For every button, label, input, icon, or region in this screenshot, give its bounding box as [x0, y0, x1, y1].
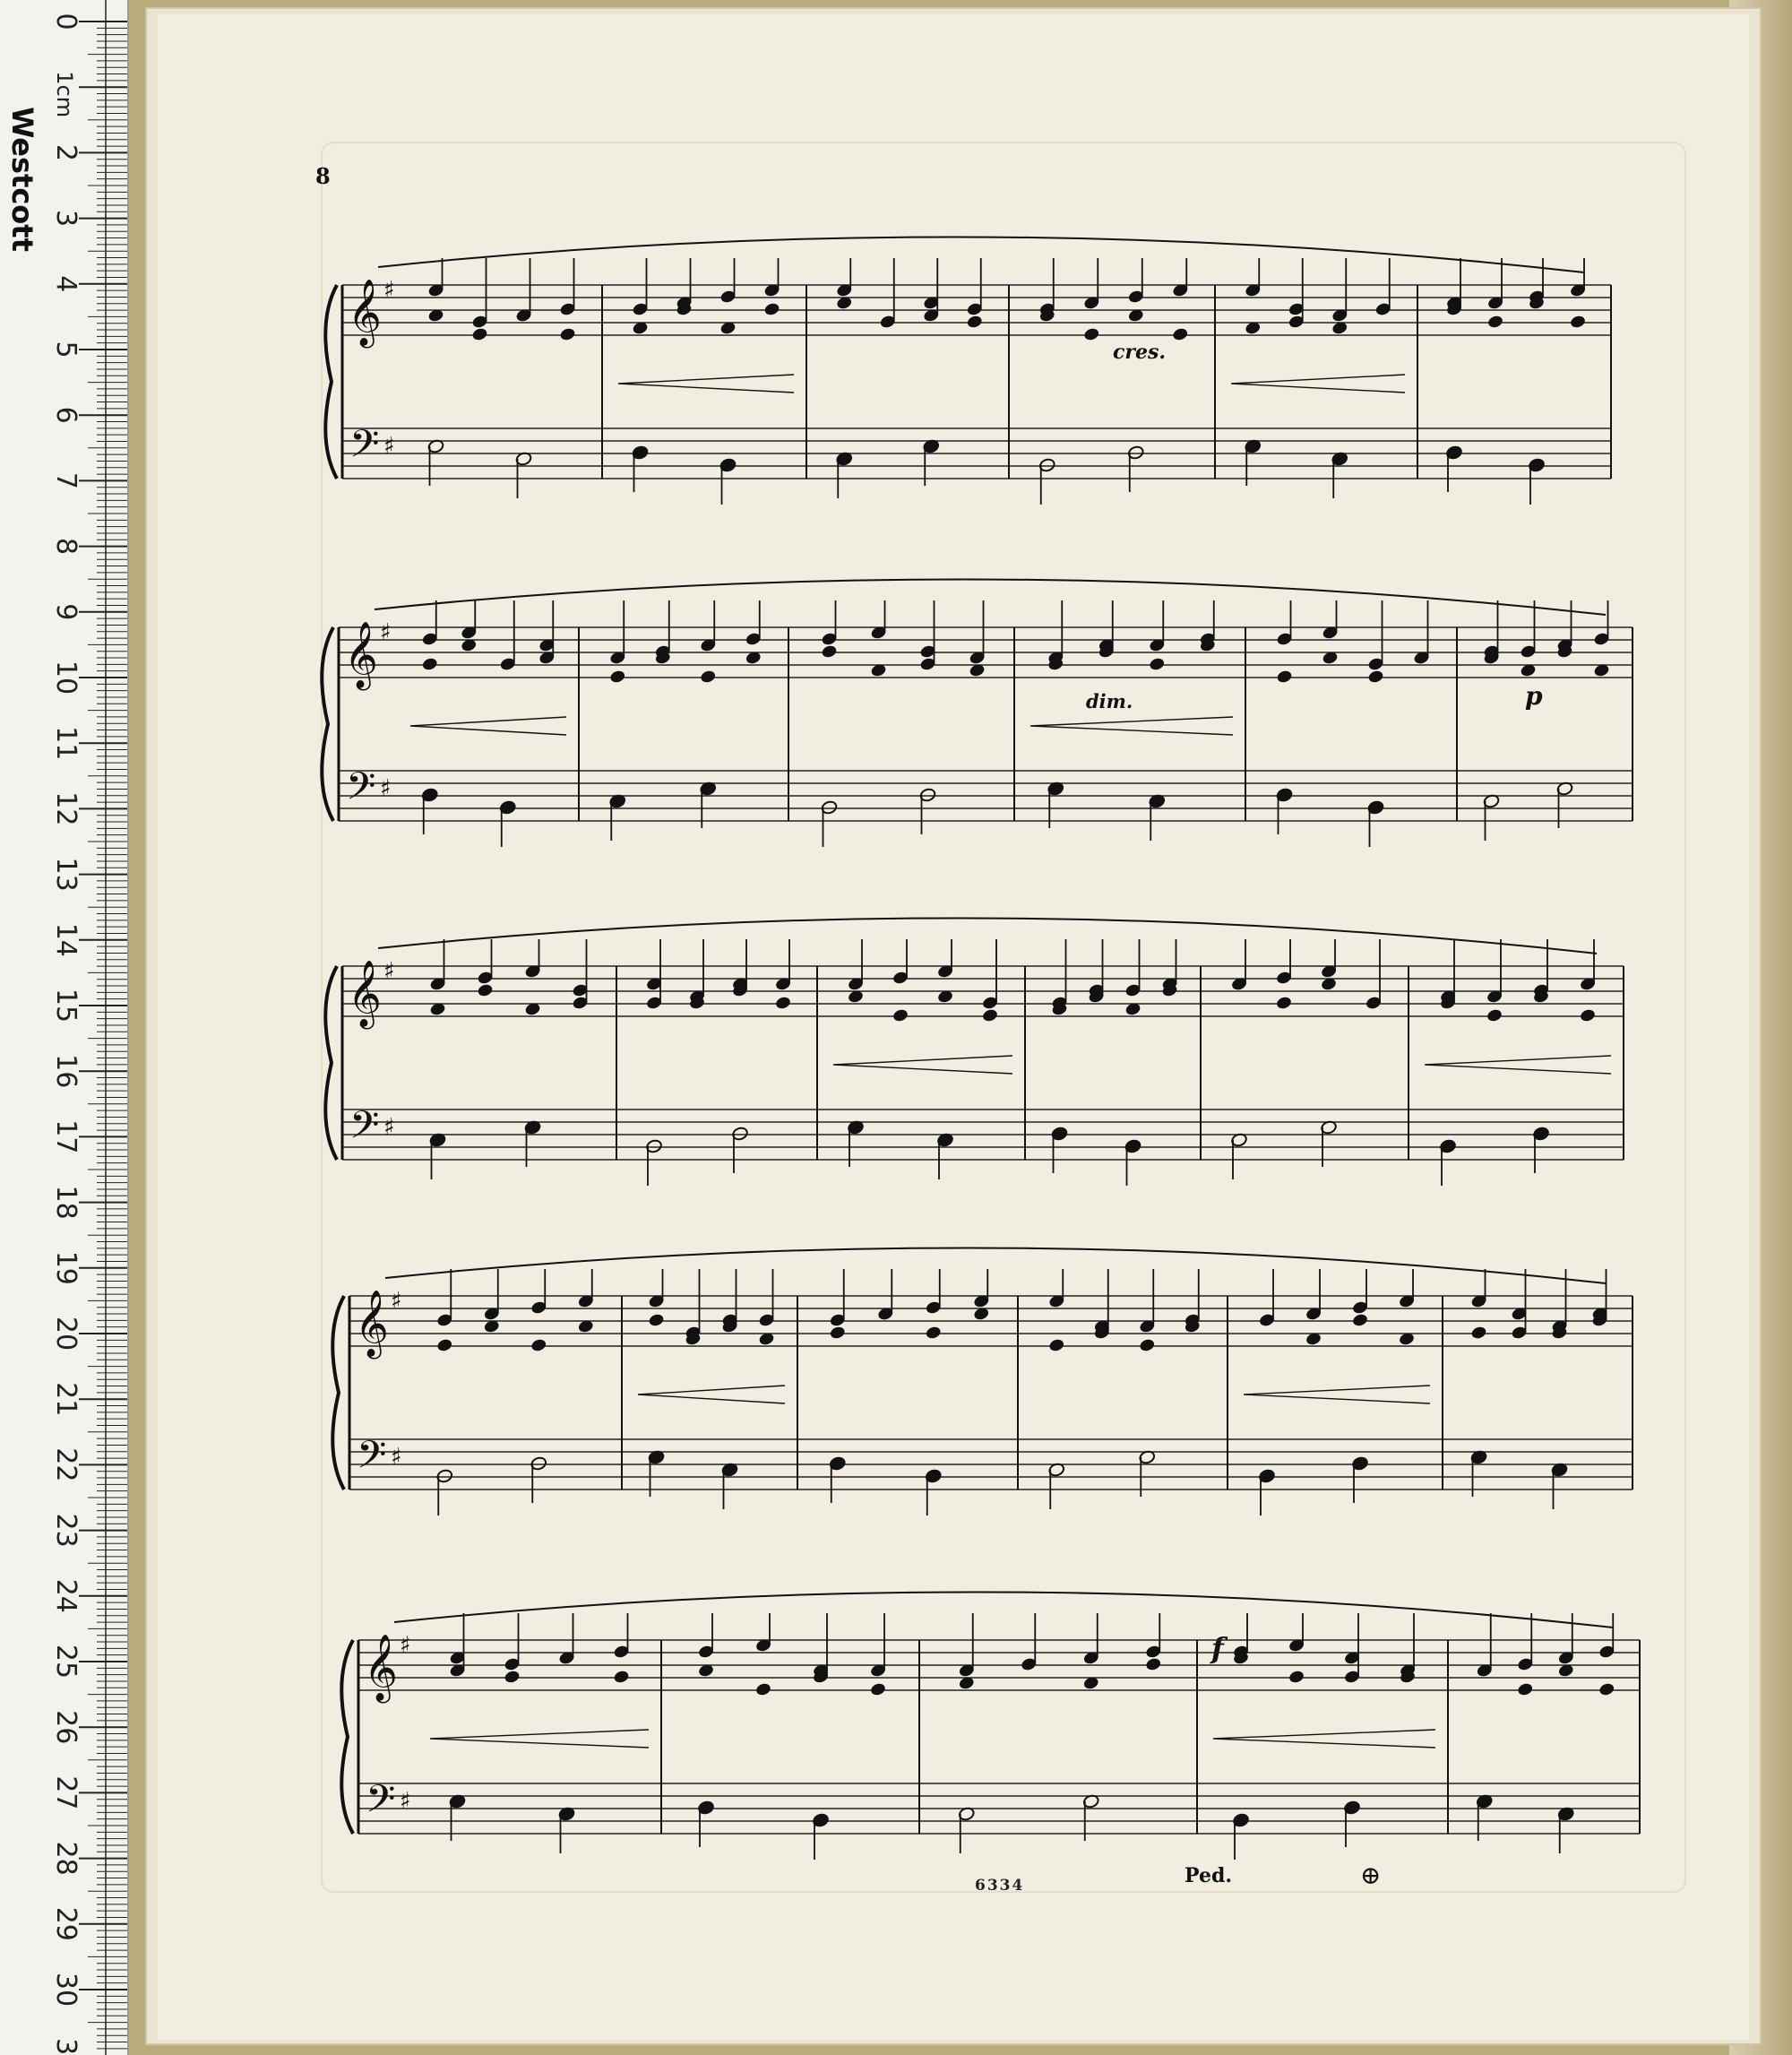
- notehead: [1599, 1683, 1615, 1696]
- notehead: [764, 303, 780, 315]
- system-brace: [320, 626, 335, 822]
- key-sharp-icon: ♯: [400, 1632, 411, 1659]
- key-sharp-icon: ♯: [380, 775, 392, 802]
- system-3: 𝄞𝄢♯♯: [323, 917, 1624, 1186]
- system-2: 𝄞𝄢♯♯: [320, 578, 1633, 847]
- hairpin: [1212, 1729, 1436, 1748]
- key-sharp-icon: ♯: [383, 1114, 395, 1141]
- music-notation: 𝄞𝄢♯♯𝄞𝄢♯♯𝄞𝄢♯♯𝄞𝄢♯♯𝄞𝄢♯♯: [320, 236, 1641, 1860]
- system-5: 𝄞𝄢♯♯: [340, 1591, 1641, 1860]
- bass-clef-icon: 𝄢: [357, 1433, 386, 1487]
- notehead: [701, 670, 716, 683]
- key-sharp-icon: ♯: [391, 1444, 402, 1471]
- notehead: [830, 1326, 845, 1339]
- notehead: [472, 328, 487, 341]
- notehead: [776, 997, 790, 1009]
- phrase-slur: [374, 578, 1607, 616]
- treble-clef-icon: 𝄞: [348, 961, 382, 1030]
- phrase-slur: [393, 1591, 1614, 1628]
- hairpin: [617, 374, 795, 393]
- hairpin: [832, 1055, 1013, 1075]
- treble-clef-icon: 𝄞: [348, 280, 382, 349]
- key-sharp-icon: ♯: [400, 1788, 411, 1815]
- notehead: [1140, 1339, 1155, 1351]
- notehead: [1049, 1339, 1064, 1351]
- system-4: 𝄞𝄢♯♯: [331, 1247, 1633, 1515]
- bass-clef-icon: 𝄢: [346, 764, 375, 818]
- notehead: [1146, 1658, 1161, 1671]
- system-brace: [323, 284, 339, 479]
- hairpin: [1230, 374, 1406, 393]
- notehead: [1150, 658, 1165, 670]
- notehead: [1353, 1314, 1367, 1326]
- notehead: [871, 1683, 885, 1696]
- phrase-slur: [377, 917, 1598, 954]
- notehead: [649, 1314, 664, 1326]
- notehead: [1368, 670, 1383, 683]
- hairpin: [429, 1729, 650, 1748]
- notehead: [1571, 315, 1585, 328]
- notehead: [1277, 997, 1291, 1009]
- bass-clef-icon: 𝄢: [349, 1103, 379, 1157]
- notehead: [1487, 1009, 1502, 1022]
- bass-clef-icon: 𝄢: [349, 422, 379, 476]
- notehead: [1488, 315, 1503, 328]
- notehead: [1084, 328, 1099, 341]
- key-sharp-icon: ♯: [391, 1288, 402, 1315]
- system-brace: [323, 965, 339, 1161]
- notehead: [422, 658, 437, 670]
- notehead: [560, 328, 575, 341]
- key-sharp-icon: ♯: [383, 277, 395, 304]
- notehead: [437, 1339, 452, 1351]
- system-brace: [340, 1639, 355, 1835]
- treble-clef-icon: 𝄞: [344, 622, 378, 691]
- notehead: [614, 1671, 629, 1683]
- notehead: [822, 645, 837, 658]
- notehead: [610, 670, 625, 683]
- notehead: [756, 1683, 771, 1696]
- key-sharp-icon: ♯: [383, 433, 395, 460]
- notehead: [983, 1009, 997, 1022]
- notehead: [1277, 670, 1292, 683]
- notehead: [1471, 1326, 1486, 1339]
- notehead: [1289, 1671, 1304, 1683]
- hairpin: [409, 716, 567, 736]
- phrase-slur: [384, 1247, 1607, 1284]
- hairpin: [1030, 716, 1234, 736]
- hairpin: [1424, 1055, 1612, 1075]
- notehead: [1581, 1009, 1595, 1022]
- system-1: 𝄞𝄢♯♯: [323, 236, 1612, 505]
- notehead: [1518, 1683, 1533, 1696]
- key-sharp-icon: ♯: [380, 619, 392, 646]
- treble-clef-icon: 𝄞: [355, 1291, 389, 1360]
- treble-clef-icon: 𝄞: [364, 1635, 398, 1704]
- notehead: [504, 1671, 520, 1683]
- bass-clef-icon: 𝄢: [366, 1777, 395, 1831]
- hairpin: [637, 1385, 786, 1404]
- notehead: [893, 1009, 908, 1022]
- notehead: [1173, 328, 1188, 341]
- system-brace: [331, 1295, 346, 1490]
- key-sharp-icon: ♯: [383, 958, 395, 985]
- hairpin: [1243, 1385, 1431, 1404]
- notehead: [926, 1326, 941, 1339]
- notehead: [478, 984, 493, 997]
- notehead: [967, 315, 982, 328]
- notehead: [531, 1339, 547, 1351]
